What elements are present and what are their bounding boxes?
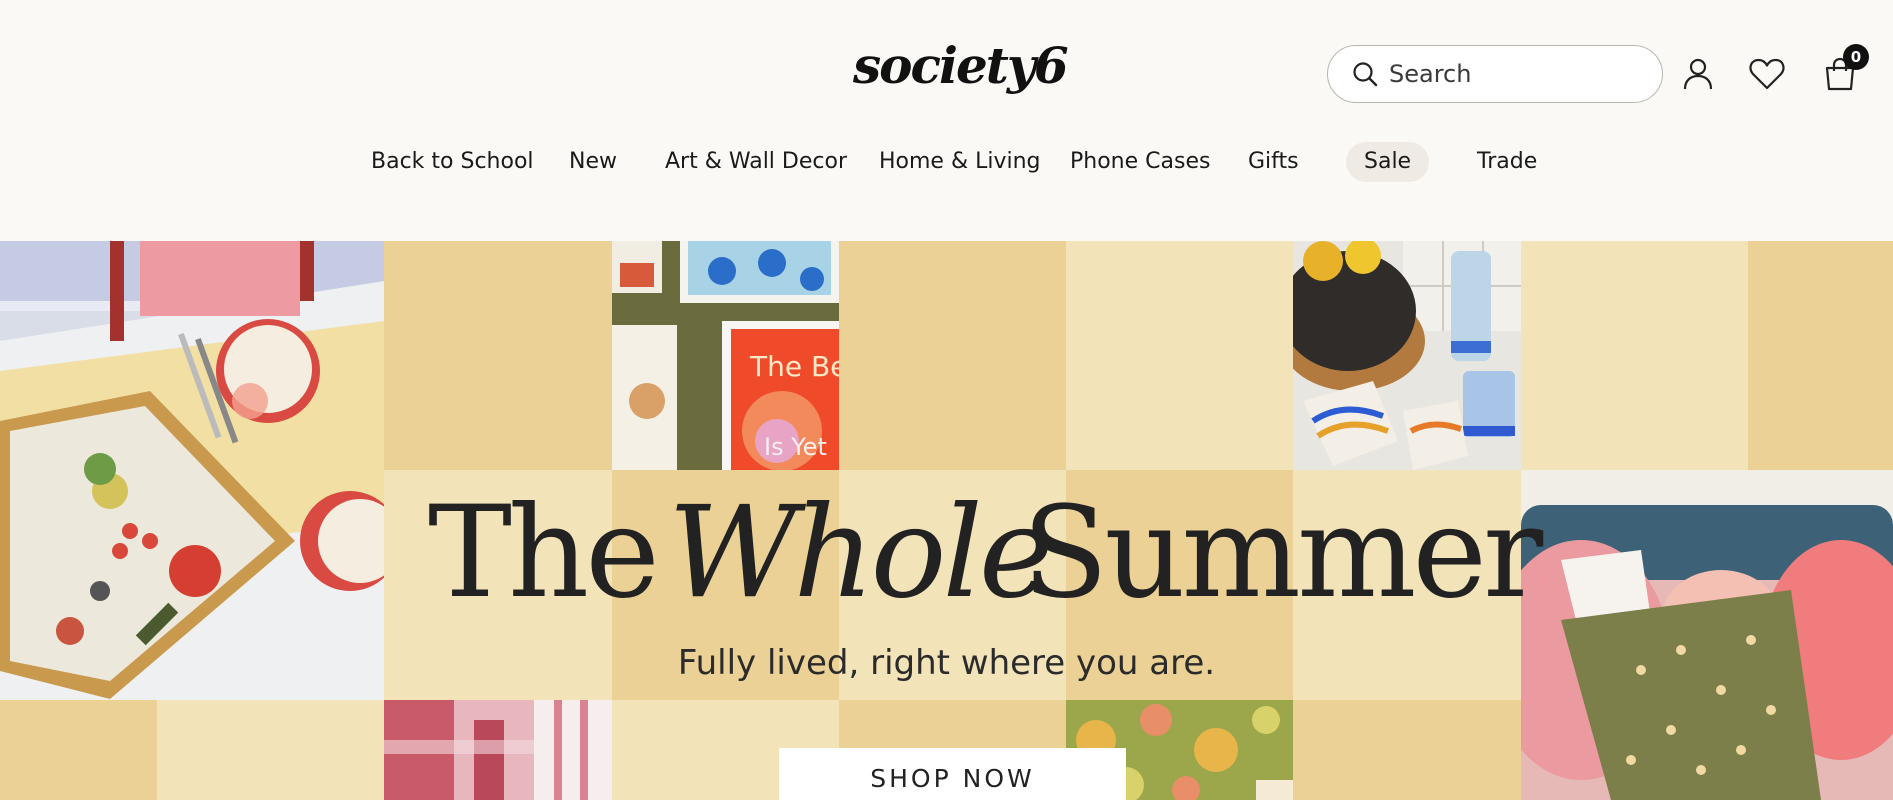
nav-item-trade[interactable]: Trade (1477, 142, 1537, 182)
coasters-photo (1293, 241, 1521, 470)
wishlist-button[interactable] (1747, 54, 1787, 94)
banner-tile (1521, 241, 1748, 470)
banner-tile (384, 241, 612, 470)
heart-icon (1749, 58, 1785, 90)
main-nav: Back to School New Art & Wall Decor Home… (0, 142, 1893, 182)
nav-item-phone-cases[interactable]: Phone Cases (1070, 142, 1210, 182)
banner-tile (1748, 241, 1893, 470)
hero-banner[interactable]: The Bes Is Yet (0, 241, 1893, 800)
banner-tile (0, 700, 157, 800)
search-box[interactable] (1327, 45, 1663, 103)
hero-subheadline: Fully lived, right where you are. (677, 643, 1216, 683)
site-logo[interactable]: society6 (853, 36, 1069, 95)
framed-art-photo: The Bes Is Yet (612, 241, 839, 470)
banner-tile (157, 700, 384, 800)
search-icon (1353, 62, 1378, 87)
sofa-pillows-photo (1521, 470, 1893, 800)
headline-word-whole: Whole (668, 479, 1053, 626)
poster-text-top: The Bes (749, 350, 839, 383)
shop-now-button[interactable]: SHOP NOW (779, 748, 1126, 800)
table-tray-photo (0, 241, 384, 700)
headline-word-summer: Summer (1022, 479, 1543, 626)
account-button[interactable] (1678, 54, 1718, 94)
plaid-fabric-photo (384, 700, 612, 800)
banner-tile (1066, 241, 1293, 470)
nav-item-new[interactable]: New (569, 142, 617, 182)
banner-tile (1293, 700, 1521, 800)
nav-item-home-living[interactable]: Home & Living (879, 142, 1041, 182)
headline-word-the: The (428, 479, 660, 626)
banner-tile (839, 241, 1066, 470)
nav-item-art-wall-decor[interactable]: Art & Wall Decor (665, 142, 847, 182)
account-icon (1683, 58, 1713, 90)
nav-item-gifts[interactable]: Gifts (1248, 142, 1299, 182)
search-input[interactable] (1389, 60, 1629, 88)
nav-item-sale[interactable]: Sale (1346, 142, 1430, 182)
site-header: society6 0 Back to School New Art & Wall… (0, 0, 1893, 241)
poster-text-bottom: Is Yet (764, 433, 827, 461)
nav-item-back-to-school[interactable]: Back to School (371, 142, 534, 182)
cart-count-badge: 0 (1843, 44, 1869, 70)
